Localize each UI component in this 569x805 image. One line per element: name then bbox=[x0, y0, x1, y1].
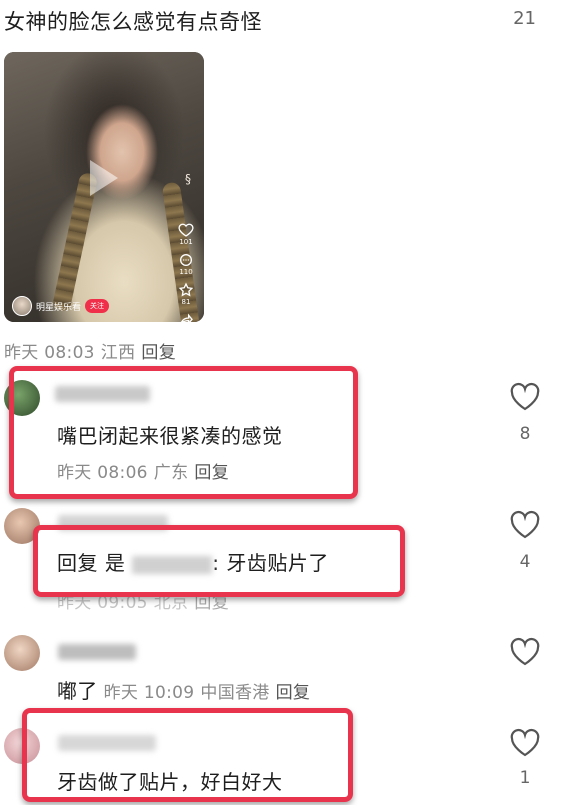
earring-decor: § bbox=[185, 172, 191, 186]
top-comment-meta: 昨天 08:03 江西 回复 bbox=[4, 338, 182, 363]
star-icon bbox=[178, 282, 194, 297]
video-share-action[interactable]: 29 bbox=[178, 312, 194, 322]
comment-text: 嘟了 bbox=[57, 679, 98, 703]
like-count: 1 bbox=[519, 768, 531, 788]
like-count: 8 bbox=[519, 424, 531, 444]
top-comment-like-count: 21 bbox=[513, 8, 536, 29]
highlight-box bbox=[9, 366, 358, 499]
top-comment-text: 女神的脸怎么感觉有点奇怪 bbox=[4, 10, 262, 34]
comment-location: 中国香港 bbox=[200, 683, 270, 703]
avatar[interactable] bbox=[4, 635, 40, 671]
reply-button[interactable]: 回复 bbox=[141, 343, 176, 363]
video-thumbnail[interactable]: § 101 110 81 29 明星娱乐看 关注 bbox=[4, 52, 204, 322]
heart-outline-icon[interactable] bbox=[509, 382, 541, 412]
comment-icon bbox=[180, 254, 192, 266]
follow-button[interactable]: 关注 bbox=[85, 299, 110, 313]
highlight-box bbox=[33, 525, 405, 597]
heart-icon bbox=[178, 223, 194, 237]
video-comment-action[interactable]: 110 bbox=[178, 252, 194, 277]
video-favorite-action[interactable]: 81 bbox=[178, 282, 194, 307]
video-like-action[interactable]: 101 bbox=[178, 222, 194, 247]
comment-time: 昨天 10:09 bbox=[103, 683, 195, 703]
heart-outline-icon[interactable] bbox=[509, 637, 541, 667]
video-like-count: 101 bbox=[179, 238, 193, 246]
highlight-box bbox=[22, 708, 353, 802]
video-side-actions: 101 110 81 29 bbox=[174, 222, 198, 322]
share-icon bbox=[180, 313, 193, 322]
heart-outline-icon[interactable] bbox=[509, 728, 541, 758]
video-comment-count: 110 bbox=[179, 268, 193, 276]
video-channel: 明星娱乐看 关注 bbox=[12, 296, 110, 316]
heart-outline-icon[interactable] bbox=[509, 510, 541, 540]
video-favorite-count: 81 bbox=[181, 298, 191, 306]
comment-time: 昨天 08:03 bbox=[4, 343, 95, 363]
like-count: 4 bbox=[519, 552, 531, 572]
channel-avatar bbox=[12, 296, 32, 316]
play-icon[interactable] bbox=[90, 160, 118, 196]
blurred-username[interactable] bbox=[58, 644, 136, 660]
reply-button[interactable]: 回复 bbox=[276, 683, 311, 703]
comment-location: 江西 bbox=[100, 343, 136, 363]
comment-meta: 嘟了 昨天 10:09 中国香港 回复 bbox=[57, 675, 316, 704]
channel-name: 明星娱乐看 bbox=[36, 302, 82, 313]
